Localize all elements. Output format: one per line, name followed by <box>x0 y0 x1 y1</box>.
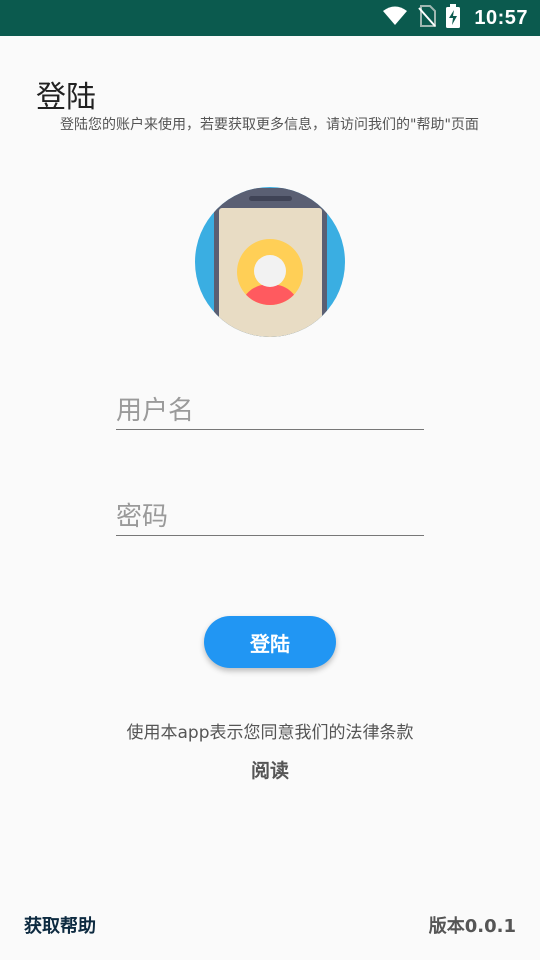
wifi-icon <box>382 5 408 31</box>
no-sim-icon <box>418 5 437 31</box>
username-field[interactable] <box>116 386 424 430</box>
get-help-link[interactable]: 获取帮助 <box>24 912 96 938</box>
terms-text: 使用本app表示您同意我们的法律条款 <box>126 723 414 743</box>
phone-user-avatar-icon <box>190 184 350 344</box>
read-terms-container: 阅读 <box>0 756 540 783</box>
status-bar: 10:57 <box>0 0 540 36</box>
login-button[interactable]: 登陆 <box>204 616 336 668</box>
page-subtitle: 登陆您的账户来使用，若要获取更多信息，请访问我们的"帮助"页面 <box>60 117 479 133</box>
version-label: 版本0.0.1 <box>428 916 516 937</box>
status-icons: 10:57 <box>382 0 528 36</box>
page-title: 登陆 <box>36 80 96 115</box>
battery-charging-icon <box>446 4 461 32</box>
status-time: 10:57 <box>474 6 528 29</box>
read-terms-link[interactable]: 阅读 <box>251 760 289 782</box>
password-field[interactable] <box>116 492 424 536</box>
